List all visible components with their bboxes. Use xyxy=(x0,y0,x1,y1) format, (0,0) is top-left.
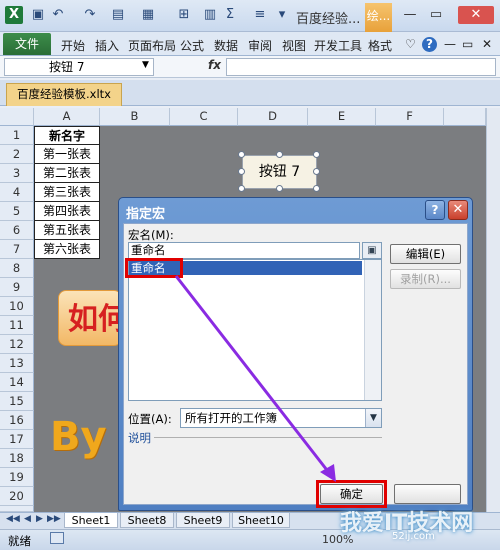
next-sheet-icon[interactable]: ▶ xyxy=(36,514,43,524)
sheet-tab-sheet9[interactable]: Sheet9 xyxy=(176,513,230,528)
prev-sheet-icon[interactable]: ◀ xyxy=(24,514,31,524)
status-ready: 就绪 xyxy=(8,534,31,548)
annotation-arrow xyxy=(174,275,336,482)
watermark-sub: 52ij.com xyxy=(392,531,435,542)
sheet-tab-sheet1[interactable]: Sheet1 xyxy=(64,513,118,528)
first-sheet-icon[interactable]: ◀◀ xyxy=(6,514,20,524)
arrow-line xyxy=(174,275,332,475)
sheet-tab-sheet10[interactable]: Sheet10 xyxy=(232,513,290,528)
arrow-head xyxy=(320,464,336,482)
macro-record-icon[interactable] xyxy=(50,532,64,544)
sheet-tab-sheet8[interactable]: Sheet8 xyxy=(120,513,174,528)
last-sheet-icon[interactable]: ▶▶ xyxy=(47,514,61,524)
